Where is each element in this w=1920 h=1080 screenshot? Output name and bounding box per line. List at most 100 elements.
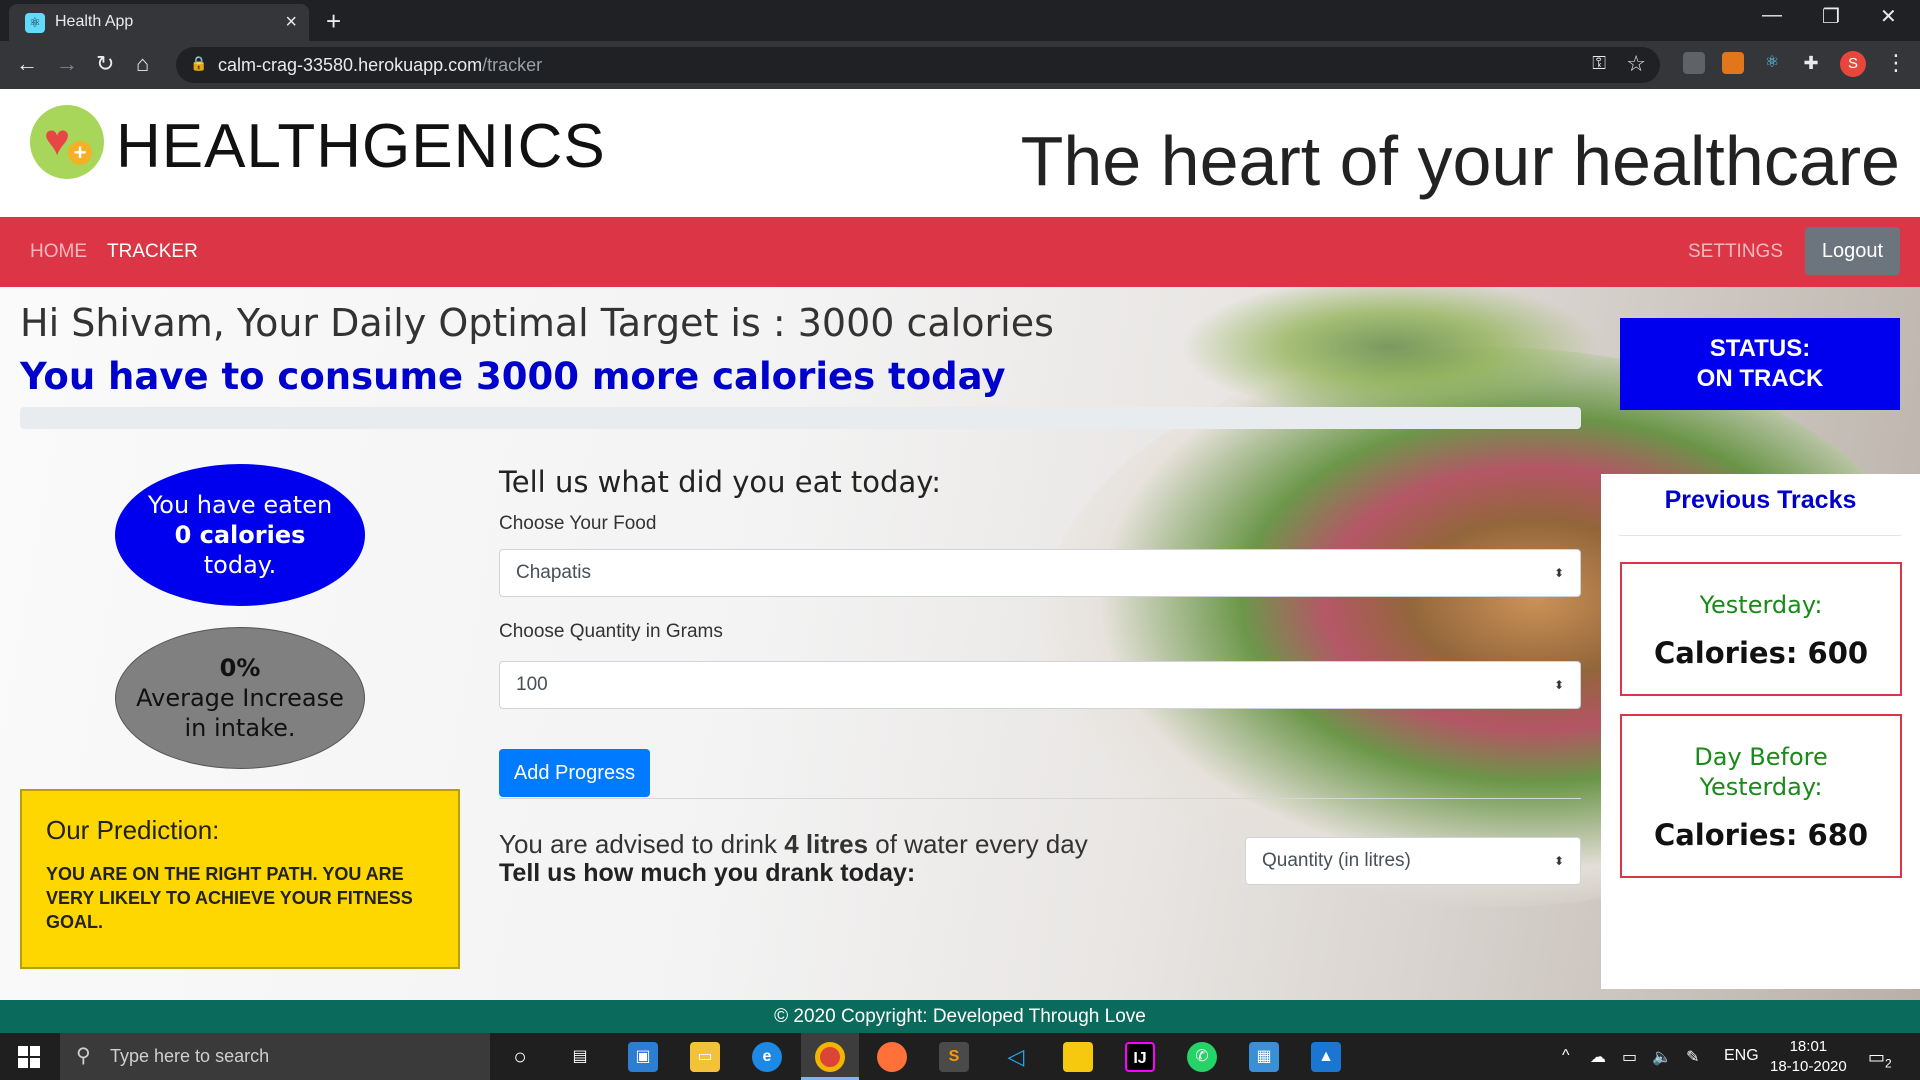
quantity-label: Choose Quantity in Grams — [499, 621, 723, 642]
store-icon[interactable]: ▣ — [628, 1042, 658, 1072]
day-before-label-2: Yesterday: — [1699, 773, 1823, 801]
previous-tracks-panel: Previous Tracks Yesterday: Calories: 600… — [1601, 474, 1920, 989]
browser-toolbar: ← → ↻ ⌂ 🔒 calm-crag-33580.herokuapp.com/… — [0, 41, 1920, 89]
water-advice-prefix: You are advised to drink — [499, 829, 785, 859]
eaten-line1: You have eaten — [147, 491, 333, 519]
nav-settings[interactable]: SETTINGS — [1688, 241, 1783, 263]
status-label: STATUS: — [1709, 335, 1811, 362]
status-value: ON TRACK — [1696, 365, 1824, 392]
vscode-icon[interactable]: ◁ — [1001, 1042, 1031, 1072]
url-path: /tracker — [482, 55, 543, 75]
url-host: calm-crag-33580.herokuapp.com — [218, 55, 483, 75]
food-label: Choose Your Food — [499, 513, 657, 534]
metamask-icon[interactable] — [1722, 52, 1744, 74]
add-progress-button[interactable]: Add Progress — [499, 749, 650, 797]
chrome-icon[interactable] — [815, 1042, 845, 1072]
prediction-text: YOU ARE ON THE RIGHT PATH. YOU ARE VERY … — [46, 864, 413, 932]
minimize-icon[interactable]: — — [1762, 4, 1782, 27]
edge-icon[interactable]: e — [752, 1042, 782, 1072]
react-devtools-icon[interactable]: ⚛ — [1761, 52, 1783, 74]
windows-taskbar: ⚲ Type here to search ○ ▤ ▣ ▭ e S ◁ IJ ✆… — [0, 1033, 1920, 1080]
select-arrows-icon: ⬍ — [1553, 854, 1564, 868]
tab-title: Health App — [55, 13, 134, 30]
daily-target-greeting: Hi Shivam, Your Daily Optimal Target is … — [20, 301, 1054, 345]
main-navbar: HOME TRACKER SETTINGS Logout — [0, 217, 1920, 287]
nav-tracker[interactable]: TRACKER — [107, 241, 198, 263]
water-quantity-select[interactable]: Quantity (in litres) ⬍ — [1245, 837, 1581, 885]
home-icon[interactable]: ⌂ — [136, 51, 149, 77]
forward-arrow-icon[interactable]: → — [56, 51, 78, 77]
select-arrows-icon: ⬍ — [1553, 566, 1564, 580]
day-before-yesterday-card: Day Before Yesterday: Calories: 680 — [1620, 714, 1902, 878]
yesterday-calories: Calories: 600 — [1653, 636, 1869, 670]
prediction-card: Our Prediction: YOU ARE ON THE RIGHT PAT… — [20, 789, 460, 969]
control-panel-icon[interactable]: ▦ — [1249, 1042, 1279, 1072]
eaten-line3: today. — [203, 551, 277, 579]
tray-chevron-icon[interactable]: ^ — [1562, 1047, 1570, 1065]
yesterday-label: Yesterday: — [1699, 591, 1823, 619]
windows-start-icon[interactable] — [18, 1046, 40, 1068]
browser-tab[interactable]: ⚛ Health App × — [9, 4, 309, 41]
quantity-select[interactable]: 100 ⬍ — [499, 661, 1581, 709]
tracker-main: Hi Shivam, Your Daily Optimal Target is … — [0, 287, 1920, 1000]
yesterday-card: Yesterday: Calories: 600 — [1620, 562, 1902, 696]
select-arrows-icon: ⬍ — [1553, 678, 1564, 692]
file-explorer-icon[interactable]: ▭ — [690, 1042, 720, 1072]
water-advice: You are advised to drink 4 litres of wat… — [499, 829, 1088, 860]
extension-icon[interactable] — [1683, 52, 1705, 74]
reload-icon[interactable]: ↻ — [96, 51, 114, 77]
bookmark-star-icon[interactable]: ☆ — [1626, 51, 1646, 77]
language-indicator[interactable]: ENG — [1724, 1047, 1759, 1065]
notification-count: 2 — [1885, 1056, 1892, 1071]
taskbar-clock[interactable]: 18:01 18-10-2020 — [1770, 1037, 1847, 1077]
address-url[interactable]: calm-crag-33580.herokuapp.com/tracker — [218, 55, 542, 76]
firefox-icon[interactable] — [877, 1042, 907, 1072]
average-line2: Average Increase — [136, 684, 344, 712]
previous-divider — [1619, 535, 1901, 536]
close-window-icon[interactable]: ✕ — [1880, 4, 1897, 29]
clock-time: 18:01 — [1789, 1038, 1828, 1055]
form-heading: Tell us what did you eat today: — [499, 465, 942, 499]
food-select-value: Chapatis — [516, 562, 591, 583]
plus-icon: + — [68, 141, 92, 165]
site-header: ♥ + HEALTHGENICS The heart of your healt… — [0, 89, 1920, 217]
site-footer: © 2020 Copyright: Developed Through Love — [0, 1000, 1920, 1033]
taskbar-search[interactable]: ⚲ Type here to search — [60, 1033, 490, 1080]
more-menu-icon[interactable]: ⋮ — [1885, 50, 1907, 76]
food-select[interactable]: Chapatis ⬍ — [499, 549, 1581, 597]
restore-icon[interactable]: ❐ — [1822, 4, 1840, 29]
notifications-icon[interactable]: ▭2 — [1868, 1047, 1892, 1071]
battery-icon[interactable]: ▭ — [1622, 1047, 1637, 1067]
profile-avatar[interactable]: S — [1840, 51, 1866, 77]
brand-name: HEALTHGENICS — [116, 112, 606, 181]
eaten-calories: 0 calories — [174, 521, 306, 549]
nav-home[interactable]: HOME — [30, 241, 87, 263]
back-arrow-icon[interactable]: ← — [16, 51, 38, 77]
volume-icon[interactable]: 🔈 — [1652, 1047, 1672, 1067]
react-favicon-icon: ⚛ — [25, 13, 45, 33]
calories-eaten-bubble: You have eaten 0 calories today. — [115, 464, 365, 606]
task-view-icon[interactable]: ▤ — [565, 1042, 595, 1072]
cortana-icon[interactable]: ○ — [505, 1042, 535, 1072]
sublime-text-icon[interactable]: S — [939, 1042, 969, 1072]
lock-icon[interactable]: 🔒 — [190, 55, 207, 72]
water-advice-amount: 4 litres — [784, 829, 869, 859]
food-intake-form: Tell us what did you eat today: Choose Y… — [499, 465, 1581, 887]
remaining-calories: You have to consume 3000 more calories t… — [20, 355, 1006, 398]
onedrive-icon[interactable]: ☁ — [1590, 1047, 1606, 1067]
key-icon[interactable]: ⚿ — [1592, 53, 1606, 74]
photos-icon[interactable]: ▲ — [1311, 1042, 1341, 1072]
sticky-notes-icon[interactable] — [1063, 1042, 1093, 1072]
clock-date: 18-10-2020 — [1770, 1058, 1847, 1075]
pen-icon[interactable]: ✎ — [1686, 1047, 1699, 1067]
quantity-select-value: 100 — [516, 674, 548, 695]
intellij-icon[interactable]: IJ — [1125, 1042, 1155, 1072]
new-tab-button[interactable]: + — [326, 6, 341, 37]
calorie-progress-bar — [20, 407, 1581, 429]
logout-button[interactable]: Logout — [1805, 227, 1900, 275]
address-bar[interactable]: 🔒 calm-crag-33580.herokuapp.com/tracker … — [176, 47, 1660, 83]
whatsapp-icon[interactable]: ✆ — [1187, 1042, 1217, 1072]
day-before-label-1: Day Before — [1694, 743, 1828, 771]
tab-close-icon[interactable]: × — [285, 11, 297, 34]
puzzle-icon[interactable]: ✚ — [1800, 52, 1822, 74]
